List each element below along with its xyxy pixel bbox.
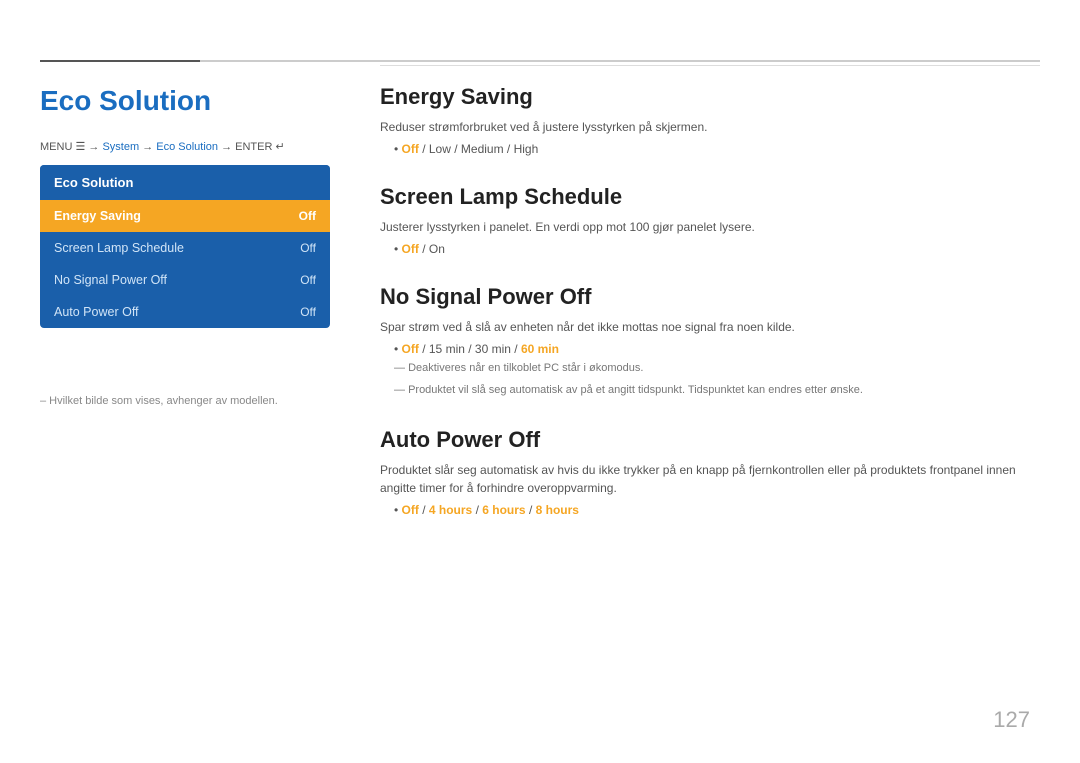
opt-off-nosignal: Off [402, 342, 419, 356]
section-desc-energy-saving: Reduser strømforbruket ved å justere lys… [380, 118, 1040, 136]
sidebar-item-label: Screen Lamp Schedule [54, 241, 184, 255]
opt-off-auto: Off [402, 503, 419, 517]
sidebar-item-no-signal[interactable]: No Signal Power Off Off [40, 264, 330, 296]
sidebar-panel: Eco Solution Energy Saving Off Screen La… [40, 165, 330, 328]
opt-on-screen: / On [422, 242, 445, 256]
footnote: – Hvilket bilde som vises, avhenger av m… [40, 395, 278, 407]
sidebar-item-value: Off [300, 273, 316, 287]
page-number: 127 [993, 707, 1030, 733]
opt-off: Off [402, 142, 419, 156]
menu-enter-label: ENTER [235, 141, 272, 153]
sidebar-item-label: Auto Power Off [54, 305, 139, 319]
menu-enter-icon: ↵ [275, 141, 284, 153]
sidebar-item-value: Off [299, 209, 316, 223]
section-title-energy-saving: Energy Saving [380, 84, 1040, 110]
note-auto-off: Produktet vil slå seg automatisk av på e… [380, 382, 1040, 400]
opt-off-screen: Off [402, 242, 419, 256]
section-energy-saving: Energy Saving Reduser strømforbruket ved… [380, 84, 1040, 156]
menu-eco: Eco Solution [156, 141, 218, 153]
page-title: Eco Solution [40, 85, 211, 117]
opt-15min: / 15 min / 30 min / [422, 342, 521, 356]
top-divider-accent [40, 60, 200, 62]
opt-slash1: / [422, 503, 429, 517]
sidebar-item-screen-lamp[interactable]: Screen Lamp Schedule Off [40, 232, 330, 264]
section-desc-screen-lamp: Justerer lysstyrken i panelet. En verdi … [380, 218, 1040, 236]
section-desc-auto-power: Produktet slår seg automatisk av hvis du… [380, 461, 1040, 497]
sidebar-item-label: No Signal Power Off [54, 273, 167, 287]
section-desc-no-signal: Spar strøm ved å slå av enheten når det … [380, 318, 1040, 336]
section-options-no-signal: • Off / 15 min / 30 min / 60 min [380, 342, 1040, 356]
section-title-no-signal: No Signal Power Off [380, 284, 1040, 310]
menu-arrow1: → [88, 141, 102, 153]
section-options-auto-power: • Off / 4 hours / 6 hours / 8 hours [380, 503, 1040, 517]
opt-slash3: / [529, 503, 536, 517]
section-options-screen-lamp: • Off / On [380, 242, 1040, 256]
sidebar-item-value: Off [300, 241, 316, 255]
sidebar-item-label: Energy Saving [54, 209, 141, 223]
section-screen-lamp: Screen Lamp Schedule Justerer lysstyrken… [380, 184, 1040, 256]
section-options-energy-saving: • Off / Low / Medium / High [380, 142, 1040, 156]
content-divider [380, 65, 1040, 66]
opt-4hours: 4 hours [429, 503, 472, 517]
menu-icon: ☰ [75, 141, 88, 153]
opt-8hours: 8 hours [536, 503, 579, 517]
sidebar-header: Eco Solution [40, 165, 330, 200]
opt-6hours: 6 hours [482, 503, 525, 517]
section-title-screen-lamp: Screen Lamp Schedule [380, 184, 1040, 210]
opt-60min: 60 min [521, 342, 559, 356]
opt-separator: / Low / Medium / High [422, 142, 538, 156]
menu-arrow2: → [142, 141, 156, 153]
section-no-signal: No Signal Power Off Spar strøm ved å slå… [380, 284, 1040, 399]
menu-label: MENU [40, 141, 72, 153]
sidebar-item-energy-saving[interactable]: Energy Saving Off [40, 200, 330, 232]
menu-system: System [102, 141, 139, 153]
menu-path: MENU ☰ → System → Eco Solution → ENTER ↵ [40, 140, 285, 153]
note-eco-mode: Deaktiveres når en tilkoblet PC står i ø… [380, 360, 1040, 378]
section-title-auto-power: Auto Power Off [380, 427, 1040, 453]
sidebar-item-auto-power[interactable]: Auto Power Off Off [40, 296, 330, 328]
content-area: Energy Saving Reduser strømforbruket ved… [380, 65, 1040, 545]
sidebar-item-value: Off [300, 305, 316, 319]
section-auto-power: Auto Power Off Produktet slår seg automa… [380, 427, 1040, 517]
menu-arrow3: → [221, 141, 235, 153]
